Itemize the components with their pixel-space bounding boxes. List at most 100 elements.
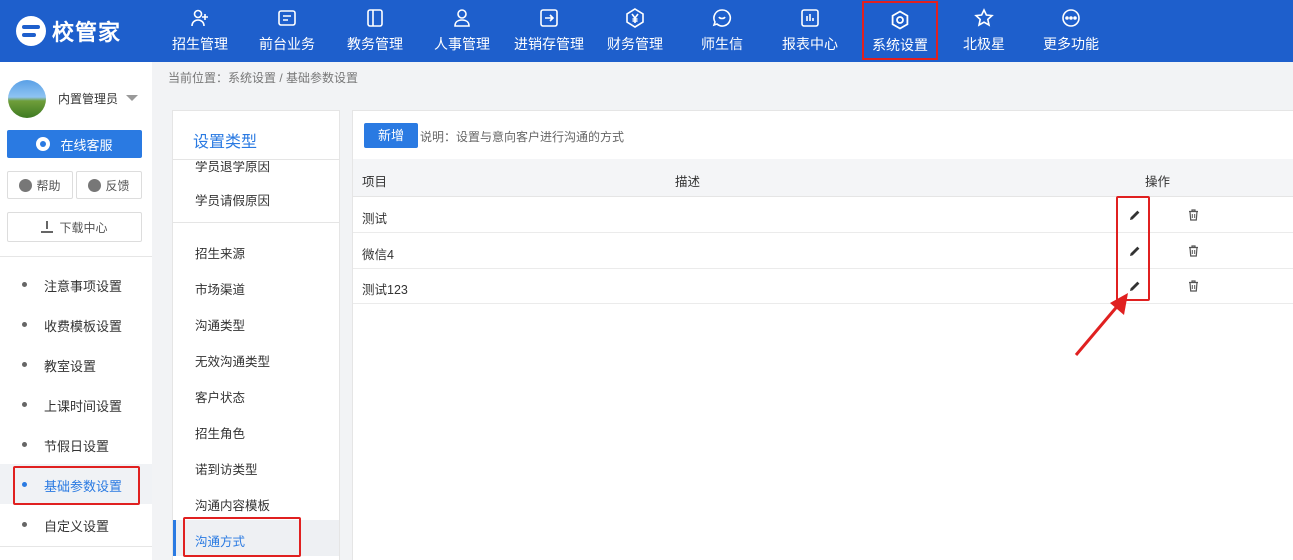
star-icon: [974, 8, 994, 27]
feedback-label: 反馈: [105, 178, 130, 193]
nav-label: 进销存管理: [514, 36, 584, 52]
nav-item-reports[interactable]: 报表中心: [770, 0, 850, 62]
nav-item-finance[interactable]: 财务管理: [595, 0, 675, 62]
category-label: 招生来源: [195, 247, 246, 261]
column-header-operations: 操作: [1145, 175, 1171, 189]
nav-item-polaris[interactable]: 北极星: [944, 0, 1024, 62]
sidebar-divider: [0, 546, 152, 547]
category-label: 学员请假原因: [195, 194, 271, 208]
feedback-icon: [88, 178, 102, 192]
nav-label: 前台业务: [259, 36, 315, 52]
nav-item-hr[interactable]: 人事管理: [422, 0, 502, 62]
message-box-icon: [278, 10, 296, 26]
category-item-customer-status[interactable]: 客户状态: [173, 376, 339, 412]
top-nav-bar: 校管家 招生管理 前台业务 教务管理 人事管理 进销存管理 财务管理 师生信 报…: [0, 0, 1293, 62]
annotation-highlight-box: [183, 517, 301, 557]
bullet: [22, 522, 27, 527]
category-item-leave-reason[interactable]: 学员请假原因: [173, 179, 339, 215]
settings-category-panel: 设置类型 学员退学原因 学员请假原因 招生来源 市场渠道 沟通类型 无效沟通类型…: [172, 110, 340, 560]
nav-item-system-settings[interactable]: 系统设置: [862, 1, 938, 60]
trash-icon[interactable]: [1188, 245, 1199, 257]
cell-item: 测试: [362, 212, 388, 226]
category-item-enroll-role[interactable]: 招生角色: [173, 412, 339, 448]
logo-mark-icon: [16, 16, 46, 46]
nav-item-inventory[interactable]: 进销存管理: [506, 0, 592, 62]
nav-item-academic[interactable]: 教务管理: [335, 0, 415, 62]
sidebar-item-holidays[interactable]: 节假日设置: [0, 424, 152, 464]
nav-label: 教务管理: [347, 36, 403, 52]
nav-item-more[interactable]: 更多功能: [1031, 0, 1111, 62]
column-header-description: 描述: [675, 175, 701, 189]
category-label: 市场渠道: [195, 283, 246, 297]
category-label: 招生角色: [195, 427, 246, 441]
category-label: 沟通内容模板: [195, 499, 271, 513]
logo-text: 校管家: [52, 20, 122, 45]
annotation-highlight-box: [13, 466, 140, 505]
trash-icon[interactable]: [1188, 280, 1199, 292]
category-item-content-template[interactable]: 沟通内容模板: [173, 484, 339, 520]
download-icon: [41, 221, 54, 233]
nav-item-front-desk[interactable]: 前台业务: [247, 0, 327, 62]
bullet: [22, 362, 27, 367]
app-logo[interactable]: 校管家: [16, 16, 121, 46]
sidebar-item-fee-template[interactable]: 收费模板设置: [0, 304, 152, 344]
sidebar-item-custom-settings[interactable]: 自定义设置: [0, 504, 152, 544]
column-header-item: 项目: [362, 175, 388, 189]
gear-icon: [891, 10, 909, 30]
category-item-visit-type[interactable]: 诺到访类型: [173, 448, 339, 484]
more-icon: [1062, 9, 1080, 27]
nav-item-messaging[interactable]: 师生信: [682, 0, 762, 62]
sidebar-item-label: 收费模板设置: [44, 319, 123, 334]
left-sidebar: 内置管理员 在线客服 帮助 反馈 下载中心 注意事项设置 收费模板设置 教室设置…: [0, 62, 152, 560]
help-button[interactable]: 帮助: [7, 171, 73, 199]
chevron-down-icon[interactable]: [126, 95, 138, 101]
add-button[interactable]: 新增: [364, 123, 418, 148]
table-header: 项目 描述 操作: [353, 159, 1293, 197]
bullet: [22, 322, 27, 327]
sidebar-item-classroom[interactable]: 教室设置: [0, 344, 152, 384]
user-name[interactable]: 内置管理员: [58, 90, 118, 107]
chat-bubble-icon: [712, 9, 732, 27]
category-label: 沟通类型: [195, 319, 246, 333]
sidebar-item-label: 自定义设置: [44, 519, 110, 534]
category-item-enroll-source[interactable]: 招生来源: [173, 232, 339, 268]
sidebar-item-label: 上课时间设置: [44, 399, 123, 414]
bullet: [22, 282, 27, 287]
nav-label: 报表中心: [782, 36, 838, 52]
nav-label: 招生管理: [172, 36, 228, 52]
inventory-icon: [540, 9, 558, 27]
cell-item: 微信4: [362, 248, 394, 262]
category-label: 无效沟通类型: [195, 355, 271, 369]
download-center-button[interactable]: 下载中心: [7, 212, 142, 242]
book-icon: [367, 9, 383, 27]
title-divider: [173, 159, 339, 160]
avatar[interactable]: [8, 80, 46, 118]
feedback-button[interactable]: 反馈: [76, 171, 142, 199]
sidebar-item-label: 注意事项设置: [44, 279, 123, 294]
help-label: 帮助: [36, 178, 61, 193]
nav-item-enrollment[interactable]: 招生管理: [160, 0, 240, 62]
category-label: 诺到访类型: [195, 463, 258, 477]
nav-label: 人事管理: [434, 36, 490, 52]
online-service-button[interactable]: 在线客服: [7, 130, 142, 158]
report-chart-icon: [801, 9, 819, 27]
help-icon: [19, 178, 33, 192]
sidebar-item-notice-settings[interactable]: 注意事项设置: [0, 264, 152, 304]
table-row: 测试123: [353, 269, 1293, 304]
nav-label: 系统设置: [872, 37, 928, 53]
table-row: 测试: [353, 198, 1293, 233]
panel-title: 设置类型: [193, 134, 258, 151]
category-item-contact-type[interactable]: 沟通类型: [173, 304, 339, 340]
category-item-invalid-contact-type[interactable]: 无效沟通类型: [173, 340, 339, 376]
yuan-icon: [626, 8, 644, 28]
category-item-market-channel[interactable]: 市场渠道: [173, 268, 339, 304]
online-service-label: 在线客服: [60, 137, 113, 153]
trash-icon[interactable]: [1188, 209, 1199, 221]
person-icon: [454, 9, 470, 27]
sidebar-item-class-time[interactable]: 上课时间设置: [0, 384, 152, 424]
nav-label: 师生信: [701, 36, 743, 52]
annotation-arrow-icon: [1074, 293, 1128, 356]
sidebar-item-label: 教室设置: [44, 359, 97, 374]
category-item-partial[interactable]: 学员退学原因: [173, 161, 339, 175]
main-content: 新增 说明：设置与意向客户进行沟通的方式 项目 描述 操作 测试 微信4 测试1…: [352, 110, 1293, 560]
